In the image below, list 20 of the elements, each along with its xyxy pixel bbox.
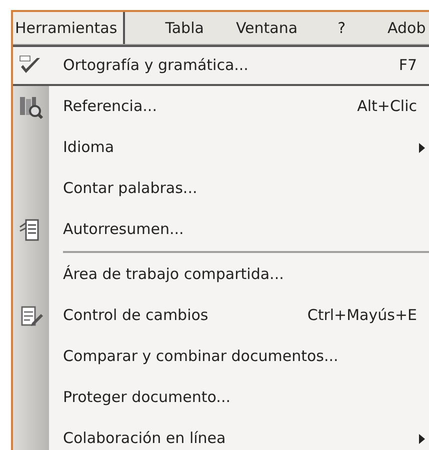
menu-item[interactable]: Control de cambios Ctrl+Mayús+E xyxy=(13,295,429,336)
shortcut-text: Alt+Clic xyxy=(357,96,418,118)
menu-item[interactable]: Comparar y combinar documentos... xyxy=(13,336,429,377)
submenu-arrow-icon xyxy=(419,434,425,444)
menu-bar-item[interactable]: Tabla xyxy=(125,12,214,44)
menu-bar-item[interactable]: Herramientas xyxy=(13,12,126,44)
menu-item[interactable]: Ortografía y gramática... F7 xyxy=(13,45,429,86)
menu-item[interactable]: Área de trabajo compartida... xyxy=(13,254,429,295)
menu-item[interactable]: Autorresumen... xyxy=(13,209,429,250)
submenu-arrow-icon xyxy=(419,142,425,152)
menu-item[interactable]: Contar palabras... xyxy=(13,168,429,209)
menu-bar-item[interactable]: Adob xyxy=(366,12,426,44)
menu-bar-item[interactable]: ? xyxy=(316,12,366,44)
shortcut-text: F7 xyxy=(398,55,418,76)
shortcut-text: Ctrl+Mayús+E xyxy=(307,305,418,326)
menu-item[interactable]: Proteger documento... xyxy=(13,377,429,418)
menu-item[interactable]: Colaboración en línea xyxy=(13,418,429,450)
menu-bar-item[interactable]: Ventana xyxy=(214,12,316,44)
menu-item[interactable]: Referencia... Alt+Clic xyxy=(13,86,429,127)
menu-item[interactable]: Idioma xyxy=(13,127,429,168)
